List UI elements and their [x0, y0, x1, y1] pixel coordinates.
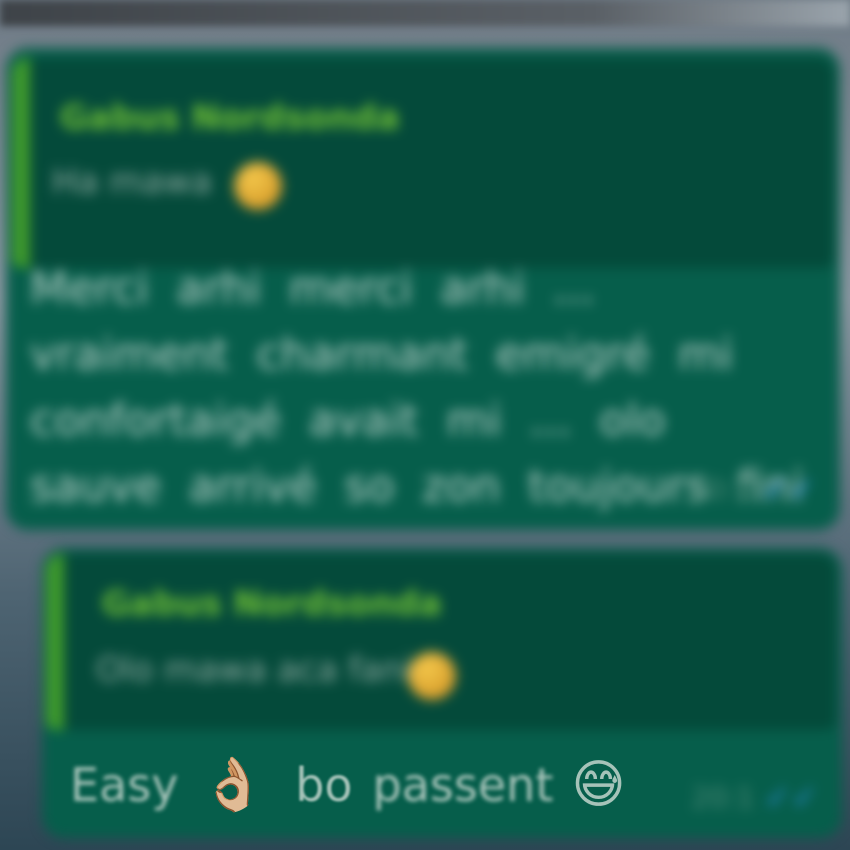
quote-author: Gabus Nordsonda: [102, 584, 442, 624]
double-check-icon: ✓✓: [764, 778, 818, 816]
quoted-reply-1[interactable]: Gabus Nordsonda Ha mawa: [12, 58, 834, 268]
emoji-icon: [234, 162, 282, 210]
quoted-reply-2[interactable]: Gabus Nordsonda Olo mawa aca fanie: [46, 554, 836, 730]
sweat-smile-emoji: 😅: [571, 755, 626, 815]
message-word: Easy: [70, 758, 179, 812]
double-check-icon: ✓✓: [762, 470, 816, 508]
quote-text: Ha mawa: [52, 162, 212, 202]
status-bar: [0, 0, 850, 26]
message-meta: 20:1 ✓✓: [689, 470, 816, 508]
quote-text-label: Olo mawa aca fanie: [96, 650, 434, 690]
message-text: Easy 👌🏼 bo passent 😅: [70, 750, 626, 820]
quote-author: Gabus Nordsonda: [60, 98, 400, 138]
message-bubble-1[interactable]: Gabus Nordsonda Ha mawa Merci arhi merci…: [6, 48, 840, 530]
message-word: bo: [295, 758, 353, 812]
quote-accent-bar: [46, 554, 64, 730]
quote-text: Olo mawa aca fanie: [96, 650, 433, 690]
ok-hand-emoji: 👌🏼: [200, 755, 266, 815]
message-time: 20:1: [689, 472, 753, 506]
message-meta: 20:1 ✓✓: [691, 778, 818, 816]
message-word: passent: [372, 758, 554, 812]
quote-accent-bar: [12, 58, 30, 268]
message-time: 20:1: [691, 780, 755, 814]
emoji-icon: [408, 652, 456, 700]
quote-text-label: Ha mawa: [52, 162, 212, 202]
